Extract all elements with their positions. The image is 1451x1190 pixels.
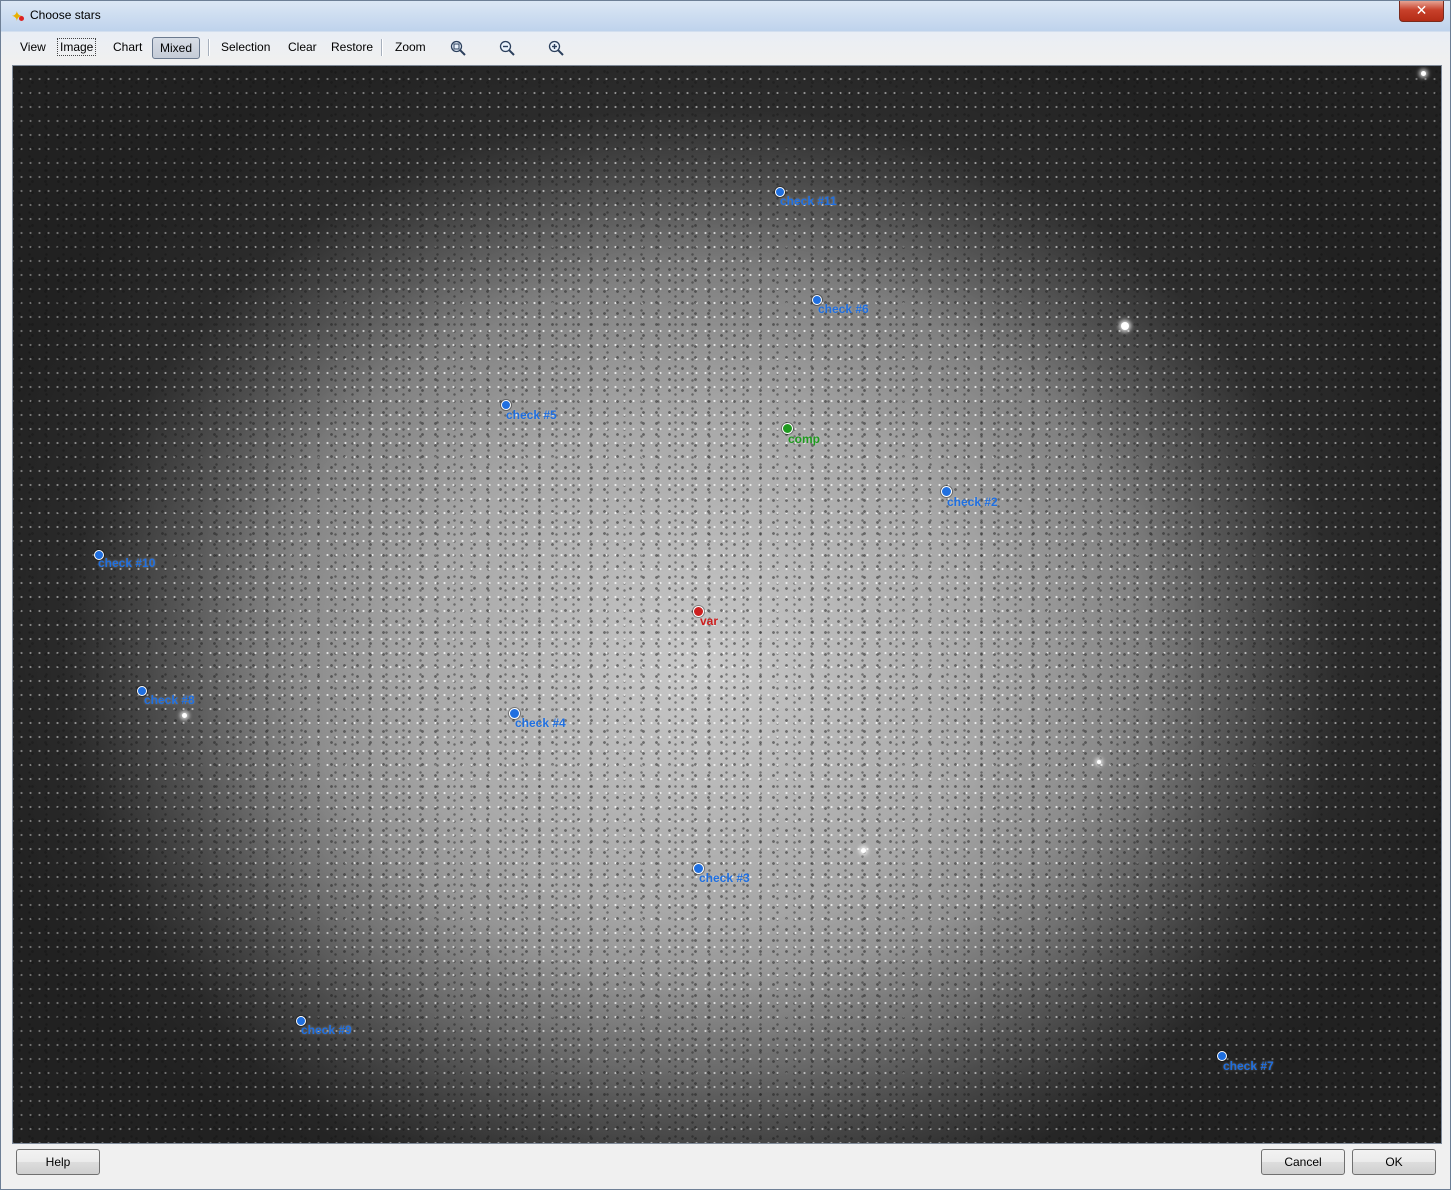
title-bar: ✦ Choose stars ✕ xyxy=(1,1,1450,31)
star-label-check-4: check #4 xyxy=(515,716,566,730)
toolbar: View Image Chart Mixed Selection Clear R… xyxy=(9,34,1443,61)
bright-star xyxy=(1097,760,1101,764)
zoom-in-icon[interactable] xyxy=(548,40,564,56)
zoom-out-icon[interactable] xyxy=(499,40,515,56)
star-label-var: var xyxy=(700,614,719,628)
star-label-check-8: check #8 xyxy=(144,693,195,707)
zoom-button[interactable]: Zoom xyxy=(392,37,429,57)
star-label-check-2: check #2 xyxy=(947,495,998,509)
chart-button[interactable]: Chart xyxy=(110,37,145,57)
star-label-check-10: check #10 xyxy=(98,556,156,570)
bright-star xyxy=(861,848,866,853)
window-title: Choose stars xyxy=(30,8,101,22)
toolbar-separator xyxy=(208,39,210,56)
dialog-button-bar: Help Cancel OK xyxy=(1,1144,1450,1189)
star-field-image[interactable]: check #11 check #6 check #5 comp check #2 che… xyxy=(12,65,1442,1144)
view-button[interactable]: View xyxy=(17,37,49,57)
bright-star xyxy=(1421,71,1426,76)
clear-button[interactable]: Clear xyxy=(285,37,320,57)
restore-button[interactable]: Restore xyxy=(328,37,376,57)
star-label-comp: comp xyxy=(788,432,821,446)
star-label-check-5: check #5 xyxy=(506,408,557,422)
bright-star xyxy=(182,713,187,718)
star-app-icon: ✦ xyxy=(11,8,24,24)
star-label-check-11: check #11 xyxy=(780,194,837,208)
choose-stars-window: ✦ Choose stars ✕ View Image Chart Mixed … xyxy=(0,0,1451,1190)
close-button[interactable]: ✕ xyxy=(1399,1,1444,22)
ok-button[interactable]: OK xyxy=(1352,1149,1436,1175)
star-label-check-3: check #3 xyxy=(699,871,750,885)
help-button[interactable]: Help xyxy=(16,1149,100,1175)
image-button[interactable]: Image xyxy=(57,38,97,56)
star-label-check-9: check #9 xyxy=(301,1023,352,1037)
star-label-check-7: check #7 xyxy=(1223,1059,1274,1073)
zoom-fit-icon[interactable] xyxy=(450,40,466,56)
cancel-button[interactable]: Cancel xyxy=(1261,1149,1345,1175)
toolbar-separator xyxy=(381,39,383,56)
selection-button[interactable]: Selection xyxy=(218,37,273,57)
mixed-button[interactable]: Mixed xyxy=(152,37,201,59)
star-label-check-6: check #6 xyxy=(818,302,869,316)
bright-star xyxy=(1121,322,1129,330)
